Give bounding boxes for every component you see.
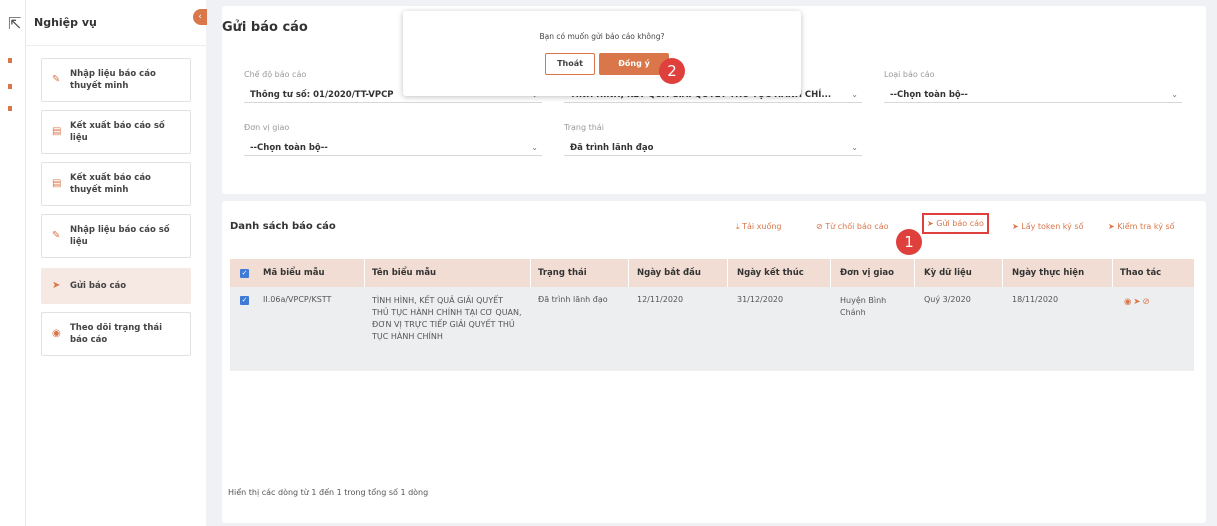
get-token-button[interactable]: ➤ Lấy token ký số (1012, 222, 1084, 231)
dialog-message: Bạn có muốn gửi báo cáo không? (539, 32, 665, 41)
mouse-cursor-icon: ⇱ (8, 14, 22, 33)
strip-mark (8, 58, 12, 63)
send-report-button[interactable]: ➤ Gửi báo cáo (922, 213, 989, 234)
row-checkbox[interactable]: ✓ (240, 295, 249, 305)
sidebar-title: Nghiệp vụ (26, 0, 206, 46)
sidebar: Nghiệp vụ ‹ ✎ Nhập liệu báo cáo thuyết m… (26, 0, 207, 526)
sidebar-item-theo-doi-trang-thai[interactable]: ◉ Theo dõi trạng thái báo cáo (41, 312, 191, 356)
chevron-down-icon: ⌄ (531, 143, 538, 152)
sidebar-item-label: Kết xuất báo cáo số liệu (70, 121, 165, 143)
cell-start-date: 12/11/2020 (637, 295, 684, 304)
chevron-down-icon: ⌄ (851, 90, 858, 99)
unit-label: Đơn vị giao (244, 123, 290, 132)
chevron-down-icon: ⌄ (1171, 90, 1178, 99)
table-row[interactable]: ✓ II.06a/VPCP/KSTT TÌNH HÌNH, KẾT QUẢ GI… (230, 287, 1194, 371)
column-header[interactable]: Trạng thái (538, 268, 587, 278)
report-type-value: --Chọn toàn bộ-- (890, 90, 968, 100)
status-field[interactable]: Trạng thái Đã trình lãnh đạo ⌄ (564, 123, 862, 156)
pencil-icon: ✎ (52, 230, 61, 241)
step-badge-2: 2 (659, 58, 685, 84)
regime-value: Thông tư số: 01/2020/TT-VPCP (250, 90, 394, 100)
left-strip: ⇱ (0, 0, 26, 526)
sidebar-item-ket-xuat-thuyet-minh[interactable]: ▤ Kết xuất báo cáo thuyết minh (41, 162, 191, 206)
row-actions: ◉➤⊘ (1124, 297, 1152, 307)
confirm-dialog: Bạn có muốn gửi báo cáo không? Thoát Đồn… (403, 11, 801, 96)
column-header[interactable]: Đơn vị giao (840, 268, 894, 278)
send-icon: ➤ (52, 280, 61, 291)
status-value: Đã trình lãnh đạo (570, 143, 654, 153)
unit-value: --Chọn toàn bộ-- (250, 143, 328, 153)
cell-code: II.06a/VPCP/KSTT (263, 295, 332, 304)
column-header[interactable]: Ngày bắt đầu (637, 268, 701, 278)
cell-exec-date: 18/11/2020 (1012, 295, 1059, 304)
list-title: Danh sách báo cáo (230, 221, 336, 232)
table-icon: ▤ (52, 126, 62, 137)
eye-icon: ◉ (52, 328, 61, 339)
table-icon: ▤ (52, 178, 62, 189)
send-icon: ➤ (1012, 222, 1019, 231)
column-header[interactable]: Kỳ dữ liệu (924, 268, 972, 278)
strip-mark (8, 106, 12, 111)
report-table: ✓ Mã biểu mẫu Tên biểu mẫu Trạng thái Ng… (230, 259, 1194, 371)
cell-end-date: 31/12/2020 (737, 295, 784, 304)
status-select[interactable]: Đã trình lãnh đạo ⌄ (564, 135, 862, 156)
ban-icon[interactable]: ⊘ (1143, 297, 1152, 307)
status-label: Trạng thái (564, 123, 604, 132)
send-icon[interactable]: ➤ (1133, 297, 1142, 307)
send-icon: ➤ (927, 219, 934, 228)
ban-icon: ⊘ (816, 222, 823, 231)
download-button[interactable]: ⤓ Tải xuống (736, 222, 782, 232)
check-signature-button[interactable]: ➤ Kiểm tra ký số (1108, 222, 1175, 231)
cell-period: Quý 3/2020 (924, 295, 971, 304)
pagination-info: Hiển thị các dòng từ 1 đến 1 trong tổng … (228, 488, 429, 497)
sidebar-item-label: Kết xuất báo cáo thuyết minh (70, 173, 151, 195)
column-header[interactable]: Tên biểu mẫu (372, 268, 436, 278)
sidebar-item-label: Gửi báo cáo (70, 281, 127, 291)
strip-mark (8, 84, 12, 89)
column-header[interactable]: Ngày kết thúc (737, 268, 804, 278)
sidebar-item-label: Theo dõi trạng thái báo cáo (70, 323, 163, 345)
column-header[interactable]: Mã biểu mẫu (263, 268, 325, 278)
table-header: ✓ Mã biểu mẫu Tên biểu mẫu Trạng thái Ng… (230, 259, 1194, 287)
download-icon: ⤓ (736, 222, 740, 231)
report-type-select[interactable]: --Chọn toàn bộ-- ⌄ (884, 82, 1182, 103)
unit-select[interactable]: --Chọn toàn bộ-- ⌄ (244, 135, 542, 156)
eye-icon[interactable]: ◉ (1124, 297, 1133, 307)
column-header[interactable]: Thao tác (1120, 268, 1161, 278)
report-type-label: Loại báo cáo (884, 70, 935, 79)
chevron-down-icon: ⌄ (851, 143, 858, 152)
reject-report-button[interactable]: ⊘ Từ chối báo cáo (816, 222, 889, 231)
column-header[interactable]: Ngày thực hiện (1012, 268, 1084, 278)
unit-field[interactable]: Đơn vị giao --Chọn toàn bộ-- ⌄ (244, 123, 542, 156)
sidebar-item-gui-bao-cao[interactable]: ➤ Gửi báo cáo (41, 268, 191, 304)
cell-name: TÌNH HÌNH, KẾT QUẢ GIẢI QUYẾT THỦ TỤC HÀ… (372, 296, 522, 341)
send-icon: ➤ (1108, 222, 1115, 231)
step-badge-1: 1 (896, 229, 922, 255)
sidebar-item-label: Nhập liệu báo cáo thuyết minh (70, 69, 156, 91)
sidebar-item-label: Nhập liệu báo cáo số liệu (70, 225, 170, 247)
report-type-field[interactable]: Loại báo cáo --Chọn toàn bộ-- ⌄ (884, 70, 1182, 103)
page-title: Gửi báo cáo (222, 20, 308, 35)
report-list-card: Danh sách báo cáo ⤓ Tải xuống ⊘ Từ chối … (222, 201, 1206, 523)
sidebar-item-ket-xuat-so-lieu[interactable]: ▤ Kết xuất báo cáo số liệu (41, 110, 191, 154)
sidebar-collapse-button[interactable]: ‹ (193, 9, 207, 25)
cancel-button[interactable]: Thoát (545, 53, 595, 75)
cell-unit: Huyện Bình Chánh (840, 296, 887, 317)
select-all-checkbox[interactable]: ✓ (240, 268, 249, 278)
sidebar-item-nhap-lieu-thuyet-minh[interactable]: ✎ Nhập liệu báo cáo thuyết minh (41, 58, 191, 102)
cell-status: Đã trình lãnh đạo (538, 295, 608, 304)
pencil-icon: ✎ (52, 74, 61, 85)
sidebar-item-nhap-lieu-so-lieu[interactable]: ✎ Nhập liệu báo cáo số liệu (41, 214, 191, 258)
